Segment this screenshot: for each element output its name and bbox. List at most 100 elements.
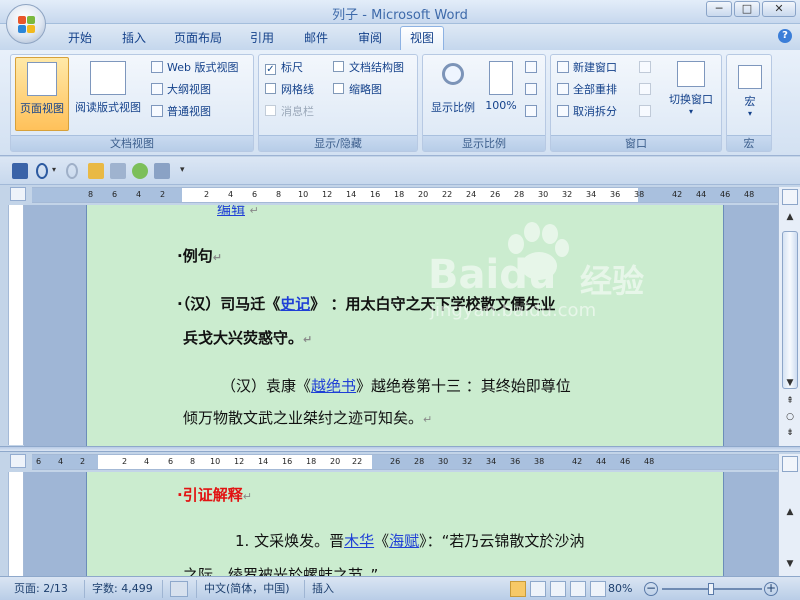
thumbnails-checkbox[interactable]: 缩略图 bbox=[333, 81, 382, 99]
switch-window-icon bbox=[677, 61, 705, 87]
vertical-scrollbar-bottom[interactable]: ▲ ▼ bbox=[778, 454, 800, 576]
line-text: 倾万物散文武之业桀纣之迹可知矣。 bbox=[183, 409, 424, 427]
next-page-icon[interactable]: ⇟ bbox=[782, 425, 798, 441]
muhua-link[interactable]: 木华 bbox=[344, 532, 374, 550]
zoom-button[interactable]: 显示比例 bbox=[425, 57, 481, 131]
one-page-icon bbox=[525, 61, 537, 73]
insert-mode[interactable]: 插入 bbox=[312, 581, 334, 597]
horizontal-ruler-top[interactable]: 8 6 4 2 2 4 6 8 10 12 14 16 18 20 22 24 … bbox=[32, 187, 778, 203]
page-view-button[interactable]: 页面视图 bbox=[15, 57, 69, 131]
draft-view-button[interactable]: 普通视图 bbox=[151, 103, 211, 121]
vertical-ruler-top[interactable] bbox=[8, 205, 24, 445]
example-line-1: ·（汉）司马迁《史记》 ：用太白守之天下学校散文儒失业 bbox=[177, 295, 556, 313]
example-line-3: （汉）袁康《越绝书》越绝卷第十三 ：其终始即尊位 bbox=[221, 375, 571, 396]
line-text: （汉）司马迁《 bbox=[182, 295, 281, 313]
scroll-down-icon[interactable]: ▼ bbox=[782, 556, 798, 572]
language-indicator[interactable]: 中文(简体，中国) bbox=[204, 581, 290, 597]
maximize-button[interactable]: □ bbox=[734, 1, 760, 17]
line-text: 1. 文采焕发。晋 bbox=[235, 532, 345, 550]
scroll-thumb[interactable] bbox=[782, 231, 798, 389]
tab-insert[interactable]: 插入 bbox=[112, 29, 156, 49]
tab-home[interactable]: 开始 bbox=[58, 29, 102, 49]
vertical-scrollbar-top[interactable]: ▲ ▼ ⇞ ○ ⇟ bbox=[778, 187, 800, 446]
two-pages-button[interactable] bbox=[525, 81, 541, 99]
partial-link-text[interactable]: 编辑 bbox=[217, 205, 245, 218]
tab-selector-bottom[interactable] bbox=[10, 454, 26, 468]
web-view-button[interactable]: Web 版式视图 bbox=[151, 59, 238, 77]
scroll-up-icon[interactable]: ▲ bbox=[782, 504, 798, 520]
browse-object-icon[interactable]: ○ bbox=[782, 409, 798, 425]
web-layout-icon[interactable] bbox=[550, 581, 566, 597]
save-icon[interactable] bbox=[12, 163, 28, 179]
office-button[interactable] bbox=[6, 4, 46, 44]
doc-map-checkbox[interactable]: 文档结构图 bbox=[333, 59, 404, 77]
tab-selector-top[interactable] bbox=[10, 187, 26, 201]
macros-button[interactable]: 宏 ▾ bbox=[731, 57, 769, 131]
horizontal-ruler-bottom[interactable]: 6 4 2 2 4 6 8 10 12 14 16 18 20 22 26 28… bbox=[32, 454, 778, 470]
new-window-button[interactable]: 新建窗口 bbox=[557, 59, 617, 77]
split-bar[interactable] bbox=[0, 446, 800, 452]
full-screen-reading-icon[interactable] bbox=[530, 581, 546, 597]
customize-icon[interactable] bbox=[154, 163, 170, 179]
help-icon[interactable]: ? bbox=[778, 29, 792, 43]
undo-icon[interactable] bbox=[36, 163, 48, 179]
shiji-link[interactable]: 史记 bbox=[280, 295, 310, 313]
page-bottom[interactable]: ·引证解释↵ 1. 文采焕发。晋木华《海赋》：“若乃云锦散文於沙汭 之际，绫罗被… bbox=[86, 472, 724, 576]
example-line-2: 兵戈大兴荧惑守。↵ bbox=[183, 327, 312, 348]
outline-icon[interactable] bbox=[570, 581, 586, 597]
zoom-100-button[interactable]: 100% bbox=[481, 57, 521, 131]
ruler-checkbox[interactable]: ✓ 标尺 bbox=[265, 59, 303, 77]
gridlines-label: 网格线 bbox=[281, 83, 314, 96]
ruler-tick: 30 bbox=[438, 457, 449, 466]
tab-mailings[interactable]: 邮件 bbox=[294, 29, 338, 49]
message-bar-label: 消息栏 bbox=[281, 105, 314, 118]
partial-link[interactable]: 编辑 ↵ bbox=[217, 205, 259, 219]
zoom-in-icon[interactable]: + bbox=[764, 582, 778, 596]
scroll-up-icon[interactable]: ▲ bbox=[782, 209, 798, 225]
close-button[interactable]: ✕ bbox=[762, 1, 796, 17]
ruler-tick: 8 bbox=[190, 457, 196, 466]
previous-page-icon[interactable]: ⇞ bbox=[782, 393, 798, 409]
page-indicator[interactable]: 页面: 2/13 bbox=[14, 581, 68, 597]
remove-split-button[interactable]: 取消拆分 bbox=[557, 103, 617, 121]
ruler-tick: 38 bbox=[534, 457, 545, 466]
vertical-ruler-bottom[interactable] bbox=[8, 472, 24, 576]
switch-window-button[interactable]: 切换窗口 ▾ bbox=[663, 57, 719, 131]
word-count[interactable]: 字数: 4,499 bbox=[92, 581, 153, 597]
sync-scroll-icon bbox=[639, 83, 651, 95]
zoom-level[interactable]: 80% bbox=[608, 581, 632, 597]
arrange-all-button[interactable]: 全部重排 bbox=[557, 81, 617, 99]
ruler-toggle-icon[interactable] bbox=[782, 456, 798, 472]
tab-references[interactable]: 引用 bbox=[240, 29, 284, 49]
reading-view-button[interactable]: 阅读版式视图 bbox=[71, 57, 145, 131]
scroll-down-icon[interactable]: ▼ bbox=[782, 375, 798, 391]
line-text: 》 ：用太白守之天下学校散文儒失业 bbox=[310, 295, 556, 313]
tab-view[interactable]: 视图 bbox=[400, 26, 444, 50]
heading-text: 引证解释 bbox=[182, 486, 243, 504]
qat-more-icon[interactable]: ▾ bbox=[180, 165, 185, 175]
gridlines-checkbox[interactable]: 网格线 bbox=[265, 81, 314, 99]
spelling-icon[interactable] bbox=[132, 163, 148, 179]
ruler-toggle-icon[interactable] bbox=[782, 189, 798, 205]
undo-dropdown-icon[interactable]: ▾ bbox=[52, 165, 56, 174]
outline-view-button[interactable]: 大纲视图 bbox=[151, 81, 211, 99]
page-width-button[interactable] bbox=[525, 103, 541, 121]
page-top[interactable]: 编辑 ↵ ·例句↵ ·（汉）司马迁《史记》 ：用太白守之天下学校散文儒失业 兵戈… bbox=[86, 205, 724, 446]
tab-review[interactable]: 审阅 bbox=[348, 29, 392, 49]
yuejueshu-link[interactable]: 越绝书 bbox=[311, 377, 356, 395]
zoom-out-icon[interactable]: − bbox=[644, 582, 658, 596]
minimize-button[interactable]: ─ bbox=[706, 1, 732, 17]
one-page-button[interactable] bbox=[525, 59, 541, 77]
page-width-icon bbox=[525, 105, 537, 117]
ruler-tick: 18 bbox=[394, 190, 405, 199]
open-folder-icon[interactable] bbox=[88, 163, 104, 179]
outline-view-icon bbox=[151, 83, 163, 95]
print-layout-view-icon[interactable] bbox=[510, 581, 526, 597]
tab-page-layout[interactable]: 页面布局 bbox=[166, 29, 230, 49]
draft-icon[interactable] bbox=[590, 581, 606, 597]
zoom-slider-thumb[interactable] bbox=[708, 583, 714, 595]
haifu-link[interactable]: 海赋 bbox=[389, 532, 419, 550]
proofing-icon[interactable] bbox=[170, 581, 188, 597]
zoom-label: 显示比例 bbox=[431, 101, 475, 114]
print-preview-icon[interactable] bbox=[110, 163, 126, 179]
